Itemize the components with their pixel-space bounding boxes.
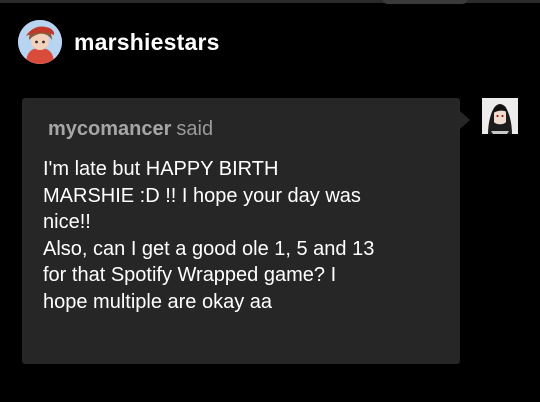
message-line: hope multiple are okay aa	[43, 290, 273, 313]
author-avatar-image	[18, 20, 62, 64]
asker-avatar-image	[482, 98, 518, 134]
message-line: MARSHIE :D !! I hope your day was	[43, 184, 361, 207]
ask-bubble-pointer	[460, 111, 470, 129]
author-username[interactable]: marshiestars	[74, 29, 220, 56]
message-line: Also, can I get a good ole 1, 5 and 13	[43, 237, 375, 260]
asker-line: mycomancer said	[48, 118, 213, 141]
top-tab-indicator	[382, 0, 468, 4]
ask-bubble: mycomancer said I'm late but HAPPY BIRTH …	[22, 98, 460, 364]
ask-message: I'm late but HAPPY BIRTH MARSHIE :D !! I…	[43, 156, 438, 315]
message-line: for that Spotify Wrapped game? I	[43, 264, 337, 286]
asker-said-label: said	[176, 118, 214, 140]
author-avatar[interactable]	[18, 20, 62, 64]
asker-avatar[interactable]	[482, 98, 518, 134]
asker-name[interactable]: mycomancer	[48, 118, 171, 140]
message-line: I'm late but HAPPY BIRTH	[43, 158, 279, 180]
message-line: nice!!	[43, 211, 91, 233]
post-header: marshiestars	[18, 18, 220, 66]
